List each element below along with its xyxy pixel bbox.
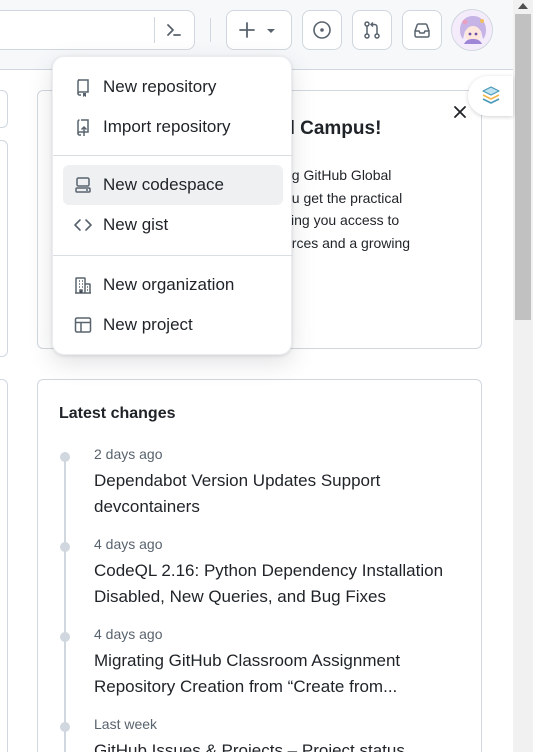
change-title-link[interactable]: Migrating GitHub Classroom Assignment Re… bbox=[94, 648, 464, 700]
page-scrollbar[interactable] bbox=[513, 0, 533, 752]
table-icon bbox=[74, 317, 92, 333]
menu-item-new-repository[interactable]: New repository bbox=[63, 67, 283, 107]
codespaces-icon bbox=[75, 177, 91, 193]
menu-divider bbox=[53, 255, 293, 256]
change-title-link[interactable]: Dependabot Version Updates Support devco… bbox=[94, 468, 464, 520]
divider bbox=[154, 17, 155, 43]
timeline-line bbox=[64, 452, 66, 752]
extension-layers-icon bbox=[481, 86, 500, 104]
pull-requests-button[interactable] bbox=[352, 10, 392, 50]
issues-button[interactable] bbox=[302, 10, 342, 50]
browser-extension-tab[interactable] bbox=[468, 76, 513, 116]
menu-item-label: New codespace bbox=[103, 175, 224, 194]
scroll-up-arrow-icon[interactable] bbox=[518, 3, 528, 9]
change-date: Last week bbox=[94, 716, 158, 732]
issue-opened-icon bbox=[313, 21, 331, 39]
close-icon[interactable] bbox=[452, 104, 468, 120]
campus-card-text: ng GitHub Global ou get the practical vi… bbox=[284, 167, 411, 251]
menu-divider bbox=[53, 155, 293, 156]
menu-item-label: New organization bbox=[103, 275, 235, 294]
git-pull-request-icon bbox=[364, 21, 380, 39]
change-title-link[interactable]: CodeQL 2.16: Python Dependency Installat… bbox=[94, 558, 464, 610]
divider bbox=[210, 18, 211, 42]
inbox-icon bbox=[414, 23, 430, 38]
menu-item-new-codespace[interactable]: New codespace bbox=[63, 165, 283, 205]
timeline-dot-icon bbox=[60, 722, 70, 732]
campus-card-title: al Campus! bbox=[279, 118, 382, 139]
change-title-link[interactable]: GitHub Issues & Projects – Project statu… bbox=[94, 738, 464, 752]
timeline-dot-icon bbox=[60, 542, 70, 552]
avatar[interactable] bbox=[451, 9, 493, 51]
left-panel-middle bbox=[0, 140, 8, 357]
menu-item-label: New repository bbox=[103, 77, 217, 96]
triangle-down-icon bbox=[267, 29, 275, 33]
inbox-button[interactable] bbox=[402, 10, 442, 50]
plus-icon bbox=[239, 22, 255, 38]
change-date: 2 days ago bbox=[94, 446, 163, 462]
change-date: 4 days ago bbox=[94, 536, 163, 552]
create-new-menu: New repository Import repository New cod… bbox=[52, 56, 293, 355]
organization-icon bbox=[75, 277, 91, 294]
menu-item-import-repository[interactable]: Import repository bbox=[63, 107, 283, 147]
menu-item-new-organization[interactable]: New organization bbox=[63, 265, 283, 305]
left-panel-top bbox=[0, 90, 8, 128]
menu-item-label: New project bbox=[103, 315, 193, 334]
repo-icon bbox=[77, 79, 89, 97]
menu-item-new-project[interactable]: New project bbox=[63, 305, 283, 345]
menu-item-new-gist[interactable]: New gist bbox=[63, 205, 283, 245]
latest-changes-card: Latest changes 2 days ago Dependabot Ver… bbox=[37, 379, 482, 752]
menu-item-label: Import repository bbox=[103, 117, 231, 136]
create-new-button[interactable] bbox=[226, 10, 292, 50]
change-date: 4 days ago bbox=[94, 626, 163, 642]
code-icon bbox=[74, 219, 92, 231]
scrollbar-thumb[interactable] bbox=[515, 14, 531, 320]
repo-push-icon bbox=[77, 119, 89, 136]
left-panel-bottom bbox=[0, 379, 8, 752]
menu-item-label: New gist bbox=[103, 215, 169, 234]
command-palette-icon[interactable] bbox=[162, 18, 186, 42]
timeline-dot-icon bbox=[60, 632, 70, 642]
timeline-dot-icon bbox=[60, 452, 70, 462]
latest-changes-title: Latest changes bbox=[59, 405, 176, 422]
